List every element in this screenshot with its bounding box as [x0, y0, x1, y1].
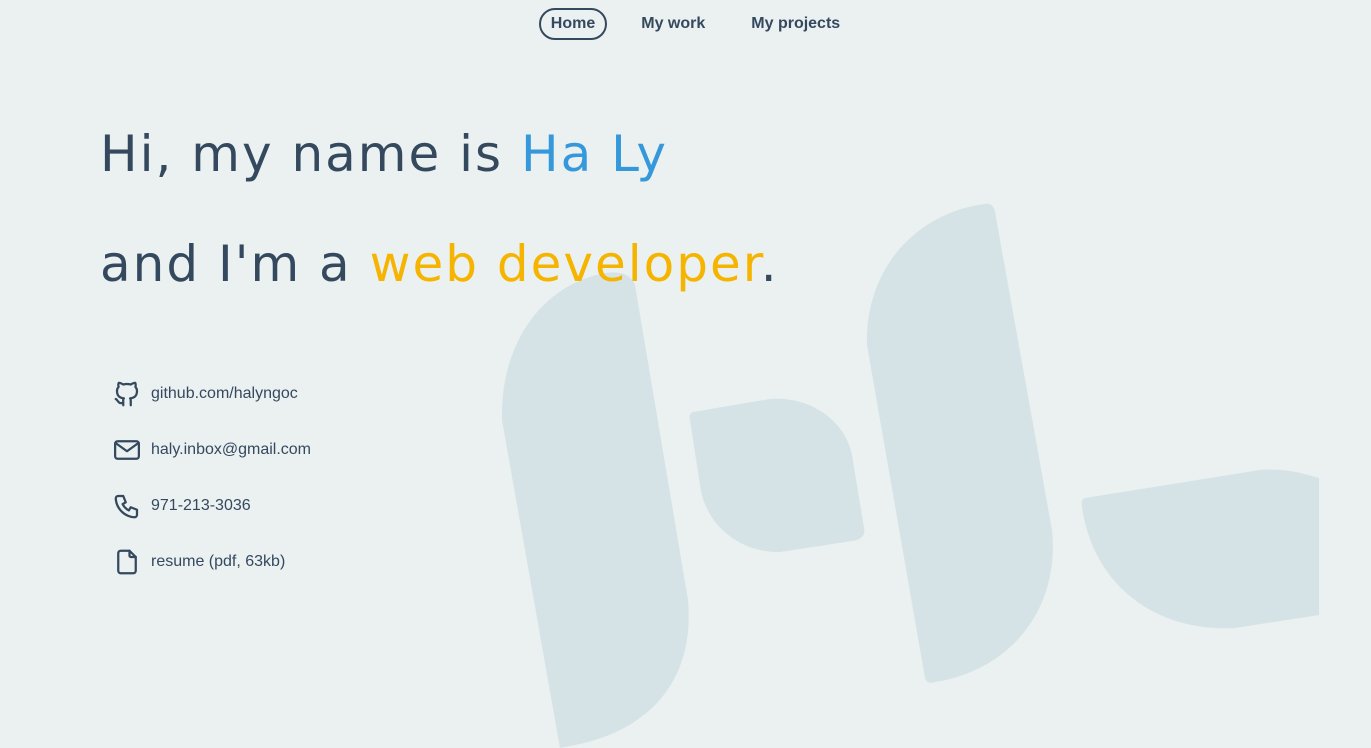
- mail-icon: [112, 435, 142, 465]
- main-nav: Home My work My projects: [0, 8, 1371, 40]
- contact-github-label: github.com/halyngoc: [151, 385, 298, 402]
- hero-role: web developer: [369, 235, 761, 293]
- hero-line-1: Hi, my name is Ha Ly: [100, 108, 779, 218]
- file-icon: [112, 547, 142, 577]
- contact-email-label: haly.inbox@gmail.com: [151, 441, 312, 458]
- nav-my-projects[interactable]: My projects: [739, 8, 852, 40]
- logo-shape-bottom-right: [1081, 469, 1319, 629]
- hero-intro: and I'm a: [100, 235, 370, 293]
- contact-resume-label: resume (pdf, 63kb): [151, 553, 286, 570]
- logo-shape-left-bar: [501, 272, 689, 748]
- contact-phone[interactable]: 971-213-3036: [112, 478, 311, 534]
- phone-icon: [112, 491, 142, 521]
- contact-github[interactable]: github.com/halyngoc: [112, 366, 311, 422]
- nav-home[interactable]: Home: [538, 8, 608, 40]
- hero-period: .: [760, 235, 779, 293]
- logo-shape-middle-blob: [689, 398, 865, 553]
- contact-email[interactable]: haly.inbox@gmail.com: [112, 422, 311, 478]
- github-icon: [112, 379, 142, 409]
- hero-greeting: Hi, my name is: [100, 125, 521, 183]
- contact-phone-label: 971-213-3036: [151, 497, 251, 514]
- hero-name: Ha Ly: [521, 125, 668, 183]
- hero-line-2: and I'm a web developer.: [100, 218, 779, 328]
- page: Home My work My projects Hi, my name is …: [0, 0, 1371, 748]
- nav-my-work[interactable]: My work: [629, 8, 717, 40]
- contact-resume[interactable]: resume (pdf, 63kb): [112, 534, 311, 590]
- hero-heading: Hi, my name is Ha Ly and I'm a web devel…: [100, 108, 779, 328]
- logo-shape-right-bar: [866, 203, 1053, 683]
- contact-list: github.com/halyngoc haly.inbox@gmail.com…: [112, 366, 311, 590]
